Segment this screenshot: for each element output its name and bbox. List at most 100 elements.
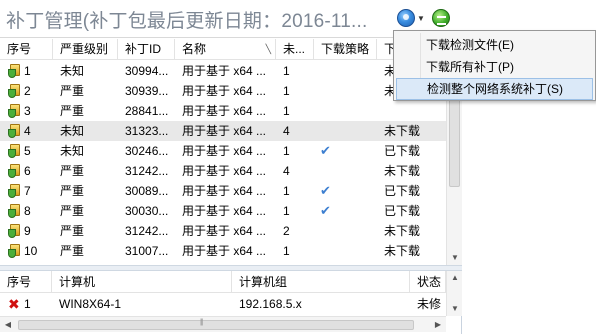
computer-grid-vertical-scrollbar[interactable]: ▲ ▼ <box>446 271 462 316</box>
cell-num: 3 <box>24 104 31 118</box>
cell-name: 用于基于 x64 ... <box>182 104 267 118</box>
menu-item-scan-network-patches[interactable]: 检测整个网络系统补丁(S) <box>396 78 593 100</box>
cell-computer-group: 192.168.5.x <box>239 297 302 311</box>
table-row[interactable]: 10 严重 31007... 用于基于 x64 ... 1 未下载 <box>0 241 446 261</box>
cell-patch-id: 31007... <box>125 244 169 258</box>
cell-patch-id: 30246... <box>125 144 169 158</box>
cell-num: 8 <box>24 204 31 218</box>
cell-status: 未修 <box>417 297 442 311</box>
check-icon <box>314 101 377 121</box>
cell-count: 1 <box>283 244 290 258</box>
check-icon <box>314 61 377 81</box>
computer-grid-horizontal-scrollbar[interactable]: ◀ ||| ▶ <box>0 316 446 332</box>
globe-search-icon[interactable] <box>397 9 415 27</box>
computer-grid-body: ✖ 1 WIN8X64-1 192.168.5.x 未修 <box>0 294 446 314</box>
cell-count: 4 <box>283 124 290 138</box>
column-header-severity[interactable]: 严重级别 <box>53 39 118 60</box>
cell-severity: 严重 <box>60 224 85 238</box>
column-header-num[interactable]: 序号 <box>0 39 53 60</box>
cell-num: 4 <box>24 124 31 138</box>
cell-name: 用于基于 x64 ... <box>182 224 267 238</box>
column-header-computer-group[interactable]: 计算机组 <box>232 271 410 293</box>
table-row[interactable]: 3 严重 28841... 用于基于 x64 ... 1 <box>0 101 446 121</box>
cell-name: 用于基于 x64 ... <box>182 144 267 158</box>
check-icon <box>314 241 377 261</box>
cell-download-status: 未下载 <box>384 164 421 178</box>
column-header-num[interactable]: 序号 <box>0 271 52 293</box>
table-row[interactable]: 1 未知 30994... 用于基于 x64 ... 1 未 <box>0 61 446 81</box>
cell-name: 用于基于 x64 ... <box>182 244 267 258</box>
cell-patch-id: 31242... <box>125 224 169 238</box>
scroll-up-icon[interactable]: ▲ <box>447 271 463 285</box>
column-header-name[interactable]: 名称 <box>175 39 276 60</box>
cell-num: 9 <box>24 224 31 238</box>
table-row[interactable]: 4 未知 31323... 用于基于 x64 ... 4 未下载 <box>0 121 446 141</box>
cell-severity: 未知 <box>60 144 85 158</box>
dropdown-caret-icon[interactable]: ▼ <box>417 14 425 23</box>
cell-name: 用于基于 x64 ... <box>182 184 267 198</box>
check-icon: ✔ <box>320 203 331 218</box>
table-row[interactable]: 5 未知 30246... 用于基于 x64 ... 1 ✔ 已下载 <box>0 141 446 161</box>
check-icon <box>314 121 377 141</box>
cell-patch-id: 30089... <box>125 184 169 198</box>
cell-count: 1 <box>283 84 290 98</box>
table-row[interactable]: ✖ 1 WIN8X64-1 192.168.5.x 未修 <box>0 294 446 314</box>
cell-name: 用于基于 x64 ... <box>182 84 267 98</box>
scroll-down-icon[interactable]: ▼ <box>447 302 463 316</box>
cell-download-status: 未下载 <box>384 124 421 138</box>
cell-num: 10 <box>24 244 38 258</box>
cell-computer: WIN8X64-1 <box>59 297 122 311</box>
scroll-thumb[interactable] <box>449 97 460 187</box>
table-row[interactable]: 2 严重 30939... 用于基于 x64 ... 1 未 <box>0 81 446 101</box>
column-header-computer[interactable]: 计算机 <box>52 271 232 293</box>
menu-item-download-detection-file[interactable]: 下载检测文件(E) <box>396 34 593 56</box>
table-row[interactable]: 8 严重 30030... 用于基于 x64 ... 1 ✔ 已下载 <box>0 201 446 221</box>
cell-severity: 严重 <box>60 184 85 198</box>
cell-download-status <box>377 101 446 121</box>
cell-severity: 未知 <box>60 64 85 78</box>
cell-count: 1 <box>283 104 290 118</box>
cell-count: 1 <box>283 144 290 158</box>
cell-count: 1 <box>283 184 290 198</box>
cell-count: 1 <box>283 204 290 218</box>
table-row[interactable]: 6 严重 31242... 用于基于 x64 ... 4 未下载 <box>0 161 446 181</box>
cell-patch-id: 30030... <box>125 204 169 218</box>
column-header-patch-id[interactable]: 补丁ID <box>118 39 175 60</box>
cell-patch-id: 30939... <box>125 84 169 98</box>
cell-patch-id: 30994... <box>125 64 169 78</box>
column-header-count[interactable]: 未... <box>276 39 314 60</box>
check-icon: ✔ <box>320 143 331 158</box>
context-menu: 下载检测文件(E) 下载所有补丁(P) 检测整个网络系统补丁(S) <box>393 30 596 101</box>
cell-count: 2 <box>283 224 290 238</box>
column-header-download-policy[interactable]: 下载策略 <box>314 39 377 60</box>
scroll-left-icon[interactable]: ◀ <box>0 317 16 333</box>
patch-grid-header: 序号 严重级别 补丁ID 名称 未... 下载策略 下 <box>0 39 446 60</box>
cell-name: 用于基于 x64 ... <box>182 124 267 138</box>
table-row[interactable]: 9 严重 31242... 用于基于 x64 ... 2 未下载 <box>0 221 446 241</box>
cell-patch-id: 31242... <box>125 164 169 178</box>
cell-num: 1 <box>24 64 31 78</box>
cell-severity: 严重 <box>60 84 85 98</box>
cell-severity: 严重 <box>60 204 85 218</box>
cell-num: 7 <box>24 184 31 198</box>
check-icon: ✔ <box>320 183 331 198</box>
cell-name: 用于基于 x64 ... <box>182 64 267 78</box>
cell-num: 2 <box>24 84 31 98</box>
cell-severity: 未知 <box>60 124 85 138</box>
scroll-right-icon[interactable]: ▶ <box>430 317 446 333</box>
cell-name: 用于基于 x64 ... <box>182 204 267 218</box>
menu-item-download-all-patches[interactable]: 下载所有补丁(P) <box>396 56 593 78</box>
update-icon[interactable] <box>432 9 450 27</box>
check-icon <box>314 81 377 101</box>
cell-patch-id: 31323... <box>125 124 169 138</box>
cell-patch-id: 28841... <box>125 104 169 118</box>
cell-count: 1 <box>283 64 290 78</box>
cell-name: 用于基于 x64 ... <box>182 164 267 178</box>
scroll-down-icon[interactable]: ▼ <box>447 251 463 265</box>
cell-download-status: 未下载 <box>384 224 421 238</box>
scroll-thumb[interactable] <box>18 320 414 330</box>
table-row[interactable]: 7 严重 30089... 用于基于 x64 ... 1 ✔ 已下载 <box>0 181 446 201</box>
column-header-status[interactable]: 状态 <box>410 271 446 293</box>
cell-download-status: 已下载 <box>384 184 421 198</box>
cell-download-status: 已下载 <box>384 204 421 218</box>
